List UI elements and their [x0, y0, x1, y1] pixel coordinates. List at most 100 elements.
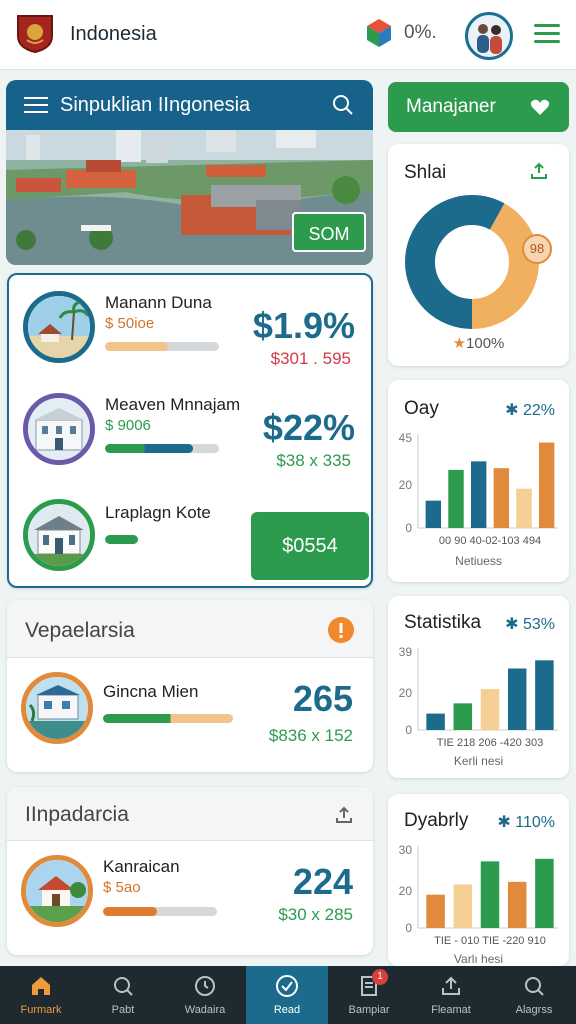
- donut-card: Shlai 98 ★100%: [388, 144, 569, 366]
- list-item[interactable]: Manann Duna $ 50ioe $1.9% $301 . 595: [9, 283, 371, 383]
- cube-icon[interactable]: [366, 18, 392, 48]
- bar: [507, 668, 527, 730]
- y-tick-label: 45: [399, 431, 413, 445]
- cottage-icon: [26, 860, 88, 922]
- card-title: Statistika: [404, 612, 482, 633]
- share-icon[interactable]: [528, 160, 550, 182]
- bar: [516, 488, 532, 528]
- list-item-price: $ 9006: [105, 417, 151, 434]
- list-item-name: Gincna Mien: [103, 682, 199, 701]
- nav-label: Read: [273, 1004, 301, 1016]
- list-item[interactable]: Meaven Mnnajam $ 9006 $22% $38 x 335: [9, 385, 371, 485]
- list-item-name: Lraplagn Kote: [105, 503, 211, 522]
- nav-label: Bampiar: [348, 1004, 390, 1016]
- card-title: Oay: [404, 398, 439, 419]
- search-icon: [114, 977, 133, 996]
- sparkle-icon: ✱: [497, 814, 516, 831]
- y-tick-label: 20: [399, 686, 413, 700]
- progress-bar: [105, 535, 167, 544]
- progress-bar: [103, 714, 233, 723]
- y-tick-label: 20: [399, 884, 413, 898]
- donut-label: ★100%: [388, 334, 569, 352]
- emblem-logo-icon: [17, 15, 53, 54]
- chart-caption: Kerli nesi: [453, 754, 504, 768]
- bottom-nav: Furmark Pabt Wadaira Read 1 Bampiar Flea…: [0, 966, 576, 1024]
- building-icon: [28, 398, 90, 460]
- nav-label: Alagrss: [515, 1004, 553, 1016]
- info-icon[interactable]: [327, 616, 355, 644]
- building-thumbnail: [23, 393, 95, 465]
- hero-badge[interactable]: SOM: [292, 212, 366, 252]
- hamburger-icon[interactable]: [24, 97, 48, 113]
- list-item-amount: $38 x 335: [276, 451, 351, 470]
- card-delta-value: 110%: [515, 814, 555, 831]
- section-title: IInpadarcia: [25, 803, 129, 826]
- x-tick-labels: TIE 218 206 -420 303: [437, 737, 543, 749]
- star-icon: ★: [452, 335, 467, 352]
- donut-chart: [405, 195, 539, 329]
- list-item-percent: $22%: [262, 407, 355, 448]
- donut-percent: 100%: [466, 335, 505, 352]
- list-item-name: Meaven Mnnajam: [105, 395, 241, 414]
- progress-bar: [105, 342, 219, 351]
- nav-item-read[interactable]: Read: [246, 966, 328, 1024]
- bar: [535, 858, 554, 928]
- y-tick-label: 0: [405, 521, 412, 535]
- house-icon: [28, 504, 90, 566]
- progress-fill: [103, 907, 157, 916]
- nav-item-upload[interactable]: Fleamat: [410, 966, 492, 1024]
- manager-label: Manajaner: [406, 96, 496, 117]
- manager-button[interactable]: Manajaner: [388, 82, 569, 132]
- upload-icon[interactable]: [333, 804, 355, 826]
- nav-item-explore[interactable]: Alagrss: [492, 966, 576, 1024]
- family-photo-icon: [477, 24, 502, 54]
- nav-item-home[interactable]: Furmark: [0, 966, 82, 1024]
- destinations-card: Manann Duna $ 50ioe $1.9% $301 . 595 Mea…: [7, 273, 373, 588]
- donut-badge: 98: [522, 234, 552, 264]
- list-item-price: $ 5ao: [103, 879, 141, 896]
- chart-caption: Varlı hesi: [453, 952, 504, 966]
- item-value: 265: [292, 678, 353, 719]
- bar: [538, 442, 555, 528]
- bar-chart: 39 20 0 TIE 218 206 -420 303: [399, 645, 558, 749]
- hero-title: Sinpuklian IIngonesia: [60, 94, 251, 116]
- y-tick-label: 20: [399, 478, 413, 492]
- list-item-amount: $301 . 595: [270, 349, 351, 368]
- check-circle-icon: [276, 975, 298, 997]
- notification-badge: 1: [372, 969, 388, 985]
- card-title: Dyabrly: [404, 810, 469, 831]
- top-bar: Indonesia 0%.: [0, 0, 576, 70]
- section-header: IInpadarcia: [7, 787, 373, 841]
- bar: [493, 468, 510, 528]
- hero-toolbar: Sinpuklian IIngonesia: [6, 80, 373, 130]
- search-icon: [525, 977, 544, 996]
- clock-icon: [195, 976, 215, 996]
- nav-item-document[interactable]: 1 Bampiar: [328, 966, 410, 1024]
- card-delta-value: 22%: [522, 402, 555, 419]
- stats-card: Oay ✱ 22% 45 20 0 00 90 40-02-103 494 Netiu…: [388, 380, 569, 582]
- y-tick-label: 0: [405, 921, 412, 935]
- y-tick-label: 39: [399, 645, 413, 659]
- list-item-percent: $1.9%: [252, 305, 355, 346]
- nav-item-search[interactable]: Pabt: [82, 966, 164, 1024]
- list-item[interactable]: Gincna Mien 265 $836 x 152: [7, 664, 373, 764]
- card-delta: ✱ 22%: [505, 400, 555, 420]
- progress-fill: [105, 444, 193, 453]
- amount-button[interactable]: $0554: [251, 512, 369, 580]
- status-percent: 0%.: [404, 22, 437, 43]
- x-tick-labels: TIE - 010 TIE -220 910: [434, 935, 546, 947]
- heart-icon: [530, 99, 550, 115]
- card-delta: ✱ 110%: [497, 812, 555, 832]
- list-item[interactable]: Kanraican $ 5ao 224 $30 x 285: [7, 849, 373, 949]
- card-delta: ✱ 53%: [505, 614, 555, 634]
- bar: [480, 861, 500, 928]
- home-icon: [32, 977, 50, 995]
- item-amount: $30 x 285: [278, 905, 353, 924]
- avatar[interactable]: [465, 12, 513, 60]
- search-icon[interactable]: [332, 94, 354, 116]
- beach-hut-icon: [28, 296, 90, 358]
- nav-item-clock[interactable]: Wadaira: [164, 966, 246, 1024]
- bar: [453, 703, 473, 730]
- bar: [425, 500, 442, 528]
- menu-icon[interactable]: [534, 24, 560, 44]
